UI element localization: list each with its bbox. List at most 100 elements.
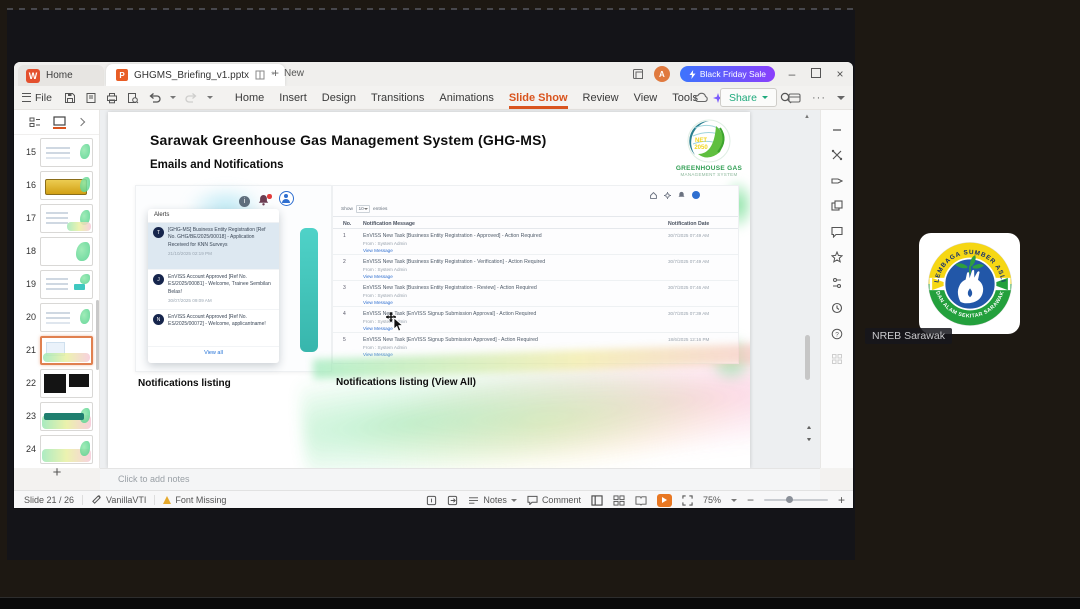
zoom-out-button[interactable]: −: [747, 493, 754, 507]
slide-thumbnail-18[interactable]: 18: [14, 235, 99, 267]
user-avatar[interactable]: A: [653, 66, 670, 82]
notes-toggle[interactable]: Notes: [468, 495, 517, 505]
ribbon-layout-icon[interactable]: [788, 92, 801, 104]
theme-name[interactable]: VanillaVTI: [106, 495, 146, 505]
comment-button[interactable]: Comment: [527, 495, 581, 505]
effects-icon[interactable]: [821, 251, 853, 263]
slide-subtitle[interactable]: Emails and Notifications: [150, 159, 284, 171]
view-message-link[interactable]: View Message: [363, 326, 653, 331]
slide-sorter-icon[interactable]: [613, 494, 625, 506]
menu-review[interactable]: Review: [583, 88, 619, 108]
add-slide-button[interactable]: +: [42, 464, 72, 481]
slide-view-icon[interactable]: [53, 115, 66, 129]
file-menu[interactable]: File: [22, 92, 52, 104]
comment-pane-icon[interactable]: [821, 226, 853, 238]
tab-list-icon[interactable]: [632, 68, 644, 80]
apps-grid-icon[interactable]: [821, 353, 853, 365]
scroll-up-arrow[interactable]: ▲: [804, 114, 810, 120]
slide-thumbnail-24[interactable]: 24: [14, 433, 99, 465]
slide-thumbnail-22[interactable]: 22: [14, 367, 99, 399]
window-tab-bar: W Home P GHGMS_Briefing_v1.pptx * + New …: [14, 62, 853, 86]
next-slide-button[interactable]: ▾▾: [803, 434, 813, 446]
slide-title[interactable]: Sarawak Greenhouse Gas Management System…: [150, 132, 546, 148]
alert-item[interactable]: T [GHG-MS] Business Entity Registration …: [148, 223, 279, 270]
bell-icon: [678, 191, 685, 197]
save-icon[interactable]: [64, 92, 76, 104]
collapse-rail-icon[interactable]: [821, 124, 853, 136]
shapes-icon[interactable]: [821, 200, 853, 212]
zoom-level[interactable]: 75%: [703, 495, 721, 505]
close-button[interactable]: ×: [833, 67, 847, 81]
caption-right[interactable]: Notifications listing (View All): [336, 377, 476, 388]
zoom-slider[interactable]: [763, 496, 828, 503]
notes-area[interactable]: Click to add notes: [100, 468, 820, 490]
help-icon[interactable]: ?: [821, 328, 853, 340]
undo-icon[interactable]: [148, 92, 161, 104]
menu-home[interactable]: Home: [235, 88, 264, 108]
collapse-ribbon-icon[interactable]: [837, 95, 845, 100]
slide-thumbnail-19[interactable]: 19: [14, 268, 99, 300]
redo-icon[interactable]: [185, 92, 198, 104]
screenshot-notifications-table[interactable]: Show 10 entries No. Notification Message…: [332, 185, 739, 364]
slideshow-play-button[interactable]: [656, 493, 672, 507]
tab-document[interactable]: P GHGMS_Briefing_v1.pptx *: [106, 64, 285, 86]
export-icon[interactable]: [447, 495, 458, 506]
font-missing-warning[interactable]: Font Missing: [175, 495, 226, 505]
entries-select[interactable]: 10: [356, 205, 370, 213]
slide-thumbnail-23[interactable]: 23: [14, 400, 99, 432]
alert-item[interactable]: J EnVISS Account Approved [Ref No. ES/20…: [148, 270, 279, 310]
reading-view-icon[interactable]: [635, 495, 647, 506]
slide-thumbnail-17[interactable]: 17: [14, 202, 99, 234]
ghg-ms-logo[interactable]: NET 2050 GREENHOUSE GAS MANAGEMENT SYSTE…: [672, 118, 746, 177]
share-button[interactable]: Share: [719, 88, 777, 107]
quick-tools-icon[interactable]: [821, 149, 853, 161]
find-replace-icon[interactable]: [127, 92, 139, 104]
slide-thumbnail-15[interactable]: 15: [14, 136, 99, 168]
history-icon[interactable]: [821, 302, 853, 314]
task-window-icon[interactable]: [426, 495, 437, 506]
more-options-button[interactable]: ···: [812, 92, 826, 104]
outline-view-icon[interactable]: [29, 117, 41, 128]
print-preview-icon[interactable]: [85, 92, 97, 104]
view-message-link[interactable]: View Message: [363, 300, 653, 305]
menu-animations[interactable]: Animations: [439, 88, 493, 108]
view-message-link[interactable]: View Message: [363, 248, 653, 253]
cloud-sync-icon[interactable]: [694, 92, 709, 103]
animation-pane-icon[interactable]: [821, 175, 853, 187]
normal-view-icon[interactable]: [591, 494, 603, 506]
slide-thumbnail-16[interactable]: 16: [14, 169, 99, 201]
zoom-in-button[interactable]: +: [838, 493, 845, 507]
menu-design[interactable]: Design: [322, 88, 356, 108]
caption-left[interactable]: Notifications listing: [138, 378, 231, 389]
slide-nav-buttons[interactable]: ▴▴ ▾▾: [803, 422, 813, 446]
split-window-icon[interactable]: [255, 70, 265, 80]
new-tab-button[interactable]: + New: [272, 66, 304, 80]
wps-logo-icon: W: [26, 68, 40, 83]
maximize-button[interactable]: [809, 67, 823, 81]
collapse-panel-icon[interactable]: [76, 117, 86, 127]
menu-insert[interactable]: Insert: [279, 88, 307, 108]
alert-item[interactable]: N EnVISS Account Approved [Ref No. ES/20…: [148, 310, 279, 347]
undo-dropdown-caret[interactable]: [169, 96, 176, 99]
view-all-link[interactable]: View all: [148, 347, 279, 356]
menu-view[interactable]: View: [634, 88, 658, 108]
fit-screen-icon[interactable]: [682, 494, 693, 506]
minimize-button[interactable]: –: [785, 67, 799, 81]
zoom-slider-knob[interactable]: [785, 496, 793, 503]
slide-thumbnail-20[interactable]: 20: [14, 301, 99, 333]
menu-transitions[interactable]: Transitions: [371, 88, 424, 108]
settings-sliders-icon[interactable]: [821, 277, 853, 289]
slide-canvas[interactable]: Sarawak Greenhouse Gas Management System…: [108, 112, 750, 468]
redo-dropdown-caret[interactable]: [206, 96, 213, 99]
thumbnail-scrollbar[interactable]: [96, 300, 99, 370]
zoom-caret-icon[interactable]: [730, 498, 737, 502]
view-message-link[interactable]: View Message: [363, 274, 653, 279]
printer-icon[interactable]: [106, 92, 118, 104]
menu-slide-show[interactable]: Slide Show: [508, 88, 568, 109]
user-avatar-icon: [692, 191, 700, 199]
canvas-scrollbar[interactable]: [805, 335, 810, 380]
tab-home[interactable]: W Home: [18, 65, 104, 86]
black-friday-sale-button[interactable]: Black Friday Sale: [679, 66, 775, 82]
previous-slide-button[interactable]: ▴▴: [803, 422, 813, 434]
slide-thumbnail-21[interactable]: 21: [14, 334, 99, 366]
